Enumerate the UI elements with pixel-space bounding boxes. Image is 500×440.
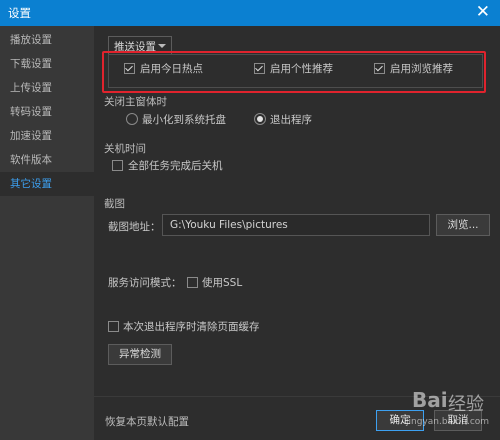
sidebar-item-playback[interactable]: 播放设置: [0, 28, 94, 52]
radio-minimize-tray[interactable]: [126, 113, 138, 125]
baidu-logo-icon: Bai: [412, 388, 448, 412]
sidebar-item-download[interactable]: 下载设置: [0, 52, 94, 76]
window-title: 设置: [8, 6, 31, 20]
checkbox-shutdown-after-tasks[interactable]: [112, 160, 123, 171]
screenshot-heading: 截图: [104, 198, 125, 210]
sidebar-item-upload[interactable]: 上传设置: [0, 76, 94, 100]
close-icon[interactable]: ✕: [476, 2, 490, 22]
checkbox-personal-recommend-label[interactable]: 启用个性推荐: [270, 61, 333, 76]
settings-sidebar: 播放设置 下载设置 上传设置 转码设置 加速设置 软件版本 其它设置: [0, 26, 94, 440]
checkbox-use-ssl[interactable]: [187, 277, 198, 288]
radio-exit-program[interactable]: [254, 113, 266, 125]
watermark-url: jingyan.baidu.com: [406, 417, 490, 427]
chevron-down-icon: [158, 44, 166, 48]
sidebar-item-transcode[interactable]: 转码设置: [0, 100, 94, 124]
settings-window: 设置 ✕ 播放设置 下载设置 上传设置 转码设置 加速设置 软件版本 其它设置 …: [0, 0, 500, 440]
screenshot-path-value: G:\Youku Files\pictures: [170, 219, 288, 231]
watermark-text: 经验: [448, 394, 484, 415]
checkbox-shutdown-after-tasks-label[interactable]: 全部任务完成后关机: [128, 158, 223, 173]
shutdown-heading: 关机时间: [104, 143, 146, 155]
sidebar-item-other[interactable]: 其它设置: [0, 172, 94, 196]
close-main-heading: 关闭主窗体时: [104, 96, 167, 108]
diagnose-button[interactable]: 异常检测: [108, 344, 172, 365]
checkbox-clear-cache[interactable]: [108, 321, 119, 332]
checkbox-clear-cache-label[interactable]: 本次退出程序时清除页面缓存: [123, 319, 260, 334]
radio-exit-program-label[interactable]: 退出程序: [270, 112, 312, 127]
title-bar[interactable]: 设置 ✕: [0, 0, 500, 26]
screenshot-path-label: 截图地址：: [108, 221, 161, 233]
checkbox-today-hot-label[interactable]: 启用今日热点: [140, 61, 203, 76]
checkbox-browse-recommend-label[interactable]: 启用浏览推荐: [390, 61, 453, 76]
service-mode-label: 服务访问模式：: [108, 277, 182, 289]
baidu-watermark: Bai 经验 jingyan.baidu.com: [404, 382, 500, 432]
radio-minimize-tray-label[interactable]: 最小化到系统托盘: [142, 112, 226, 127]
sidebar-item-version[interactable]: 软件版本: [0, 148, 94, 172]
browse-button[interactable]: 浏览...: [436, 214, 490, 236]
checkbox-today-hot[interactable]: [124, 63, 135, 74]
checkbox-browse-recommend[interactable]: [374, 63, 385, 74]
checkbox-personal-recommend[interactable]: [254, 63, 265, 74]
settings-content: 推送设置 启用今日热点 启用个性推荐 启用浏览推荐 关闭主窗体时 最小化到系统托…: [94, 26, 500, 440]
sidebar-item-acceleration[interactable]: 加速设置: [0, 124, 94, 148]
restore-defaults-link[interactable]: 恢复本页默认配置: [105, 414, 189, 429]
screenshot-path-field[interactable]: G:\Youku Files\pictures: [162, 214, 430, 236]
checkbox-use-ssl-label[interactable]: 使用SSL: [202, 275, 242, 290]
